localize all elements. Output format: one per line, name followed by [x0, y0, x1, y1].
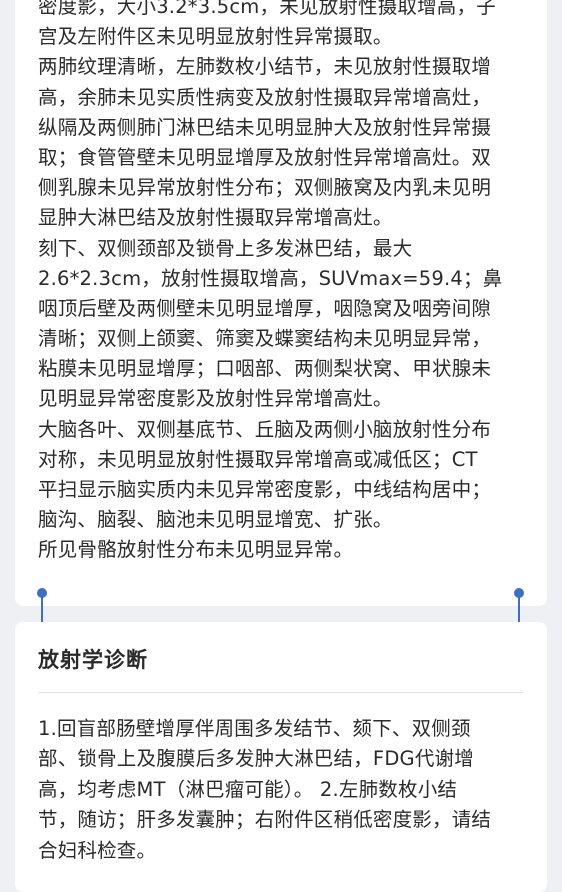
diagnosis-text: 1.回盲部肠壁增厚伴周围多发结节、颏下、双侧颈 部、锁骨上及腹膜后多发肿大淋巴结… [38, 714, 538, 866]
diagnosis-line: 部、锁骨上及腹膜后多发肿大淋巴结，FDG代谢增 [38, 747, 474, 771]
diagnosis-line: 1.回盲部肠壁增厚伴周围多发结节、颏下、双侧颈 [38, 717, 471, 740]
findings-line: 粘膜未见明显增厚；口咽部、两侧梨状窝、甲状腺未 [38, 357, 492, 381]
findings-text: 密度影，大小3.2*3.5cm，未见放射性摄取增高，子 宫及左附件区未见明显放射… [38, 0, 538, 566]
findings-line: 密度影，大小3.2*3.5cm，未见放射性摄取增高，子 [38, 0, 496, 18]
findings-line: 宫及左附件区未见明显放射性异常摄取。 [38, 25, 393, 49]
divider [38, 692, 524, 693]
findings-line: 见明显异常密度影及放射性异常增高灶。 [38, 387, 393, 411]
findings-card: 密度影，大小3.2*3.5cm，未见放射性摄取增高，子 宫及左附件区未见明显放射… [15, 0, 547, 606]
findings-line: 显肿大淋巴结及放射性摄取异常增高灶。 [38, 206, 393, 230]
findings-line: 所见骨骼放射性分布未见明显异常。 [38, 538, 354, 562]
findings-line: 大脑各叶、双侧基底节、丘脑及两侧小脑放射性分布 [38, 417, 492, 441]
findings-line: 侧乳腺未见异常放射性分布；双侧腋窝及内乳未见明 [38, 176, 492, 200]
findings-line: 平扫显示脑实质内未见异常密度影，中线结构居中； [38, 478, 492, 501]
findings-line: 纵隔及两侧肺门淋巴结未见明显肿大及放射性异常摄 [38, 115, 492, 139]
findings-line: 取；食管管壁未见明显增厚及放射性异常增高灶。双 [38, 145, 492, 169]
findings-line: 刻下、双侧颈部及锁骨上多发淋巴结，最大 [38, 236, 413, 260]
connector-dot-left-top [37, 588, 47, 598]
findings-line: 对称，未见明显放射性摄取异常增高或减低区；CT [38, 447, 478, 471]
findings-line: 2.6*2.3cm，放射性摄取增高，SUVmax=59.4；鼻 [38, 266, 503, 290]
findings-line: 脑沟、脑裂、脑池未见明显增宽、扩张。 [38, 508, 393, 532]
diagnosis-line: 节，随访；肝多发囊肿；右附件区稍低密度影，请结 [38, 808, 492, 832]
connector-dot-right-top [514, 588, 524, 598]
findings-line: 高，余肺未见实质性病变及放射性摄取异常增高灶， [38, 85, 492, 109]
findings-line: 咽顶后壁及两侧壁未见明显增厚，咽隐窝及咽旁间隙 [38, 296, 492, 320]
diagnosis-line: 高，均考虑MT（淋巴瘤可能）。 2.左肺数枚小结 [38, 777, 458, 801]
findings-line: 两肺纹理清晰，左肺数枚小结节，未见放射性摄取增 [38, 55, 492, 79]
diagnosis-card: 放射学诊断 1.回盲部肠壁增厚伴周围多发结节、颏下、双侧颈 部、锁骨上及腹膜后多… [15, 622, 547, 892]
diagnosis-line: 合妇科检查。 [38, 838, 157, 862]
findings-line: 清晰；双侧上颌窦、筛窦及蝶窦结构未见明显异常， [38, 327, 492, 351]
section-title: 放射学诊断 [38, 648, 148, 672]
